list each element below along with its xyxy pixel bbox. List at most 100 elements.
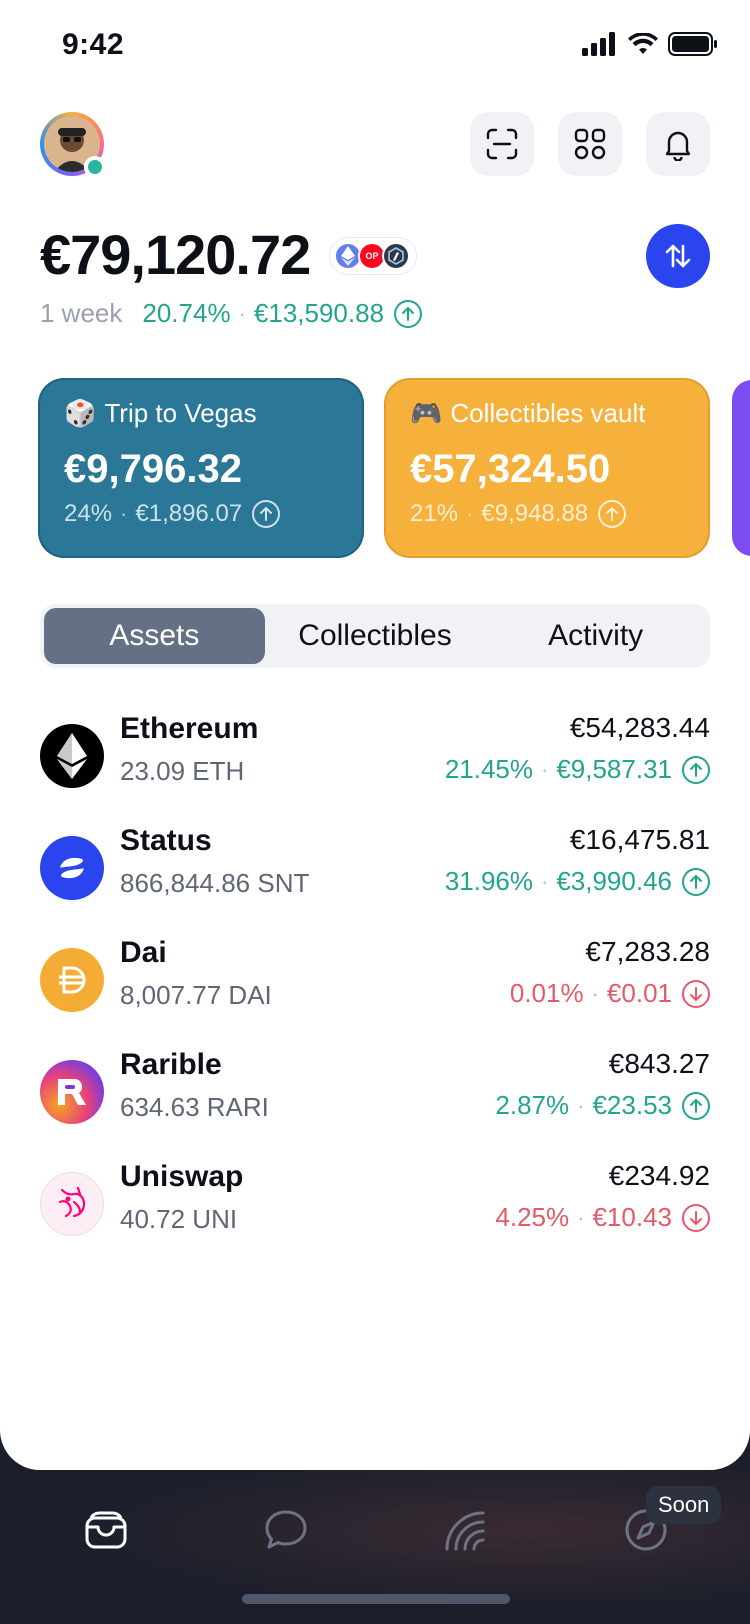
asset-quantity: 40.72 UNI bbox=[120, 1204, 238, 1234]
asset-change-amount: €0.01 bbox=[606, 978, 672, 1008]
account-change-amount: €9,948.88 bbox=[481, 500, 589, 527]
dai-icon bbox=[40, 948, 104, 1012]
total-balance: €79,120.72 bbox=[40, 223, 311, 286]
asset-row-ethereum[interactable]: Ethereum 23.09 ETH €54,283.44 21.45% · €… bbox=[40, 712, 710, 812]
account-name: Trip to Vegas bbox=[104, 398, 257, 428]
account-card-trip-to-vegas[interactable]: 🎲 Trip to Vegas €9,796.32 24% · €1,896.0… bbox=[40, 380, 362, 556]
asset-change-percent: 0.01% bbox=[509, 978, 584, 1008]
arrow-up-circle-icon bbox=[252, 500, 281, 528]
asset-change: 2.87% · €23.53 bbox=[495, 1090, 710, 1121]
scan-icon bbox=[486, 128, 518, 160]
tab-activity[interactable]: Activity bbox=[485, 608, 706, 664]
arrow-down-circle-icon bbox=[682, 979, 710, 1008]
asset-name: Status bbox=[120, 824, 212, 857]
account-amount: €9,796.32 bbox=[64, 447, 242, 491]
arrow-up-circle-icon bbox=[682, 1091, 710, 1120]
account-change: 21% · €9,948.88 bbox=[410, 500, 684, 528]
asset-quantity: 23.09 ETH bbox=[120, 756, 245, 786]
account-change: 24% · €1,896.07 bbox=[64, 500, 338, 528]
status-icon bbox=[40, 836, 104, 900]
account-change-percent: 21% bbox=[410, 500, 459, 527]
asset-name: Rarible bbox=[120, 1048, 222, 1081]
gamepad-icon: 🎮 bbox=[410, 398, 443, 428]
status-time: 9:42 bbox=[62, 28, 125, 61]
status-bar: 9:42 bbox=[0, 0, 750, 90]
nav-wallet[interactable] bbox=[80, 1504, 132, 1556]
uniswap-icon bbox=[40, 1172, 104, 1236]
apps-grid-icon bbox=[574, 128, 606, 160]
wifi-icon bbox=[628, 33, 658, 54]
wallet-screen: 9:42 €79,120.72 OP 1 week 20.74% · €13,5… bbox=[0, 0, 750, 1470]
account-card-title: 🎮 Collectibles vault bbox=[410, 398, 684, 429]
asset-value: €843.27 bbox=[608, 1048, 710, 1079]
asset-change: 31.96% · €3,990.46 bbox=[445, 866, 710, 897]
dice-icon: 🎲 bbox=[64, 398, 97, 428]
optimism-label: OP bbox=[365, 251, 379, 261]
asset-value: €54,283.44 bbox=[569, 712, 710, 743]
account-change-percent: 24% bbox=[64, 500, 113, 527]
asset-change-percent: 4.25% bbox=[495, 1202, 570, 1232]
asset-value: €7,283.28 bbox=[585, 936, 710, 967]
separator-dot: · bbox=[591, 980, 599, 1006]
asset-name: Dai bbox=[120, 936, 167, 969]
asset-change: 4.25% · €10.43 bbox=[495, 1202, 710, 1233]
asset-value: €234.92 bbox=[608, 1160, 710, 1191]
account-name: Collectibles vault bbox=[450, 398, 646, 428]
soon-badge: Soon bbox=[646, 1486, 722, 1524]
account-card-title: 🎲 Trip to Vegas bbox=[64, 398, 338, 429]
separator-dot: · bbox=[577, 1204, 585, 1230]
home-indicator[interactable] bbox=[242, 1594, 510, 1604]
nav-communities[interactable] bbox=[440, 1504, 492, 1556]
asset-quantity: 8,007.77 DAI bbox=[120, 980, 272, 1010]
account-change-amount: €1,896.07 bbox=[135, 500, 243, 527]
account-card-next-peek[interactable] bbox=[732, 380, 750, 556]
asset-change-percent: 2.87% bbox=[495, 1090, 570, 1120]
balance-change-percent: 20.74% bbox=[142, 298, 231, 328]
rainbow-icon bbox=[445, 1511, 485, 1551]
asset-change-amount: €9,587.31 bbox=[556, 754, 672, 784]
bell-icon bbox=[665, 131, 691, 161]
separator-dot: · bbox=[466, 501, 474, 526]
asset-row-dai[interactable]: Dai 8,007.77 DAI €7,283.28 0.01% · €0.01 bbox=[40, 936, 710, 1036]
tab-collectibles[interactable]: Collectibles bbox=[265, 608, 486, 664]
account-amount: €57,324.50 bbox=[410, 447, 611, 491]
online-status-dot bbox=[84, 156, 106, 178]
asset-change-percent: 21.45% bbox=[444, 754, 533, 784]
asset-row-rarible[interactable]: Rarible 634.63 RARI €843.27 2.87% · €23.… bbox=[40, 1048, 710, 1148]
swap-arrows-icon bbox=[665, 244, 691, 268]
asset-change-amount: €3,990.46 bbox=[556, 866, 672, 896]
asset-value: €16,475.81 bbox=[569, 824, 710, 855]
status-icons bbox=[582, 32, 718, 56]
scan-button[interactable] bbox=[470, 112, 534, 176]
period-selector[interactable]: 1 week bbox=[40, 298, 122, 329]
asset-change: 0.01% · €0.01 bbox=[510, 978, 710, 1009]
separator-dot: · bbox=[577, 1092, 585, 1118]
asset-change-amount: €10.43 bbox=[592, 1202, 672, 1232]
nav-chat[interactable] bbox=[260, 1504, 312, 1556]
asset-change-amount: €23.53 bbox=[592, 1090, 672, 1120]
separator-dot: · bbox=[541, 868, 549, 894]
asset-tabs: Assets Collectibles Activity bbox=[40, 604, 710, 668]
battery-icon bbox=[668, 32, 717, 56]
separator-dot: · bbox=[541, 756, 549, 782]
apps-button[interactable] bbox=[558, 112, 622, 176]
network-badges[interactable]: OP bbox=[330, 238, 416, 274]
wallet-icon bbox=[85, 1511, 127, 1549]
asset-name: Uniswap bbox=[120, 1160, 244, 1193]
asset-row-uniswap[interactable]: Uniswap 40.72 UNI €234.92 4.25% · €10.43 bbox=[40, 1160, 710, 1260]
separator-dot: · bbox=[238, 300, 246, 326]
asset-quantity: 866,844.86 SNT bbox=[120, 868, 310, 898]
balance-change-row: 1 week 20.74% · €13,590.88 bbox=[40, 298, 423, 329]
chat-bubble-icon bbox=[265, 1510, 307, 1549]
arrow-up-circle-icon bbox=[394, 299, 423, 328]
account-card-collectibles-vault[interactable]: 🎮 Collectibles vault €57,324.50 21% · €9… bbox=[386, 380, 708, 556]
notifications-button[interactable] bbox=[646, 112, 710, 176]
separator-dot: · bbox=[120, 501, 128, 526]
asset-change: 21.45% · €9,587.31 bbox=[445, 754, 710, 785]
balance-change-amount: €13,590.88 bbox=[253, 298, 385, 328]
asset-row-status[interactable]: Status 866,844.86 SNT €16,475.81 31.96% … bbox=[40, 824, 710, 924]
tab-assets[interactable]: Assets bbox=[44, 608, 265, 664]
arrow-down-circle-icon bbox=[682, 1203, 710, 1232]
swap-button[interactable] bbox=[646, 224, 710, 288]
arrow-up-circle-icon bbox=[598, 500, 627, 528]
